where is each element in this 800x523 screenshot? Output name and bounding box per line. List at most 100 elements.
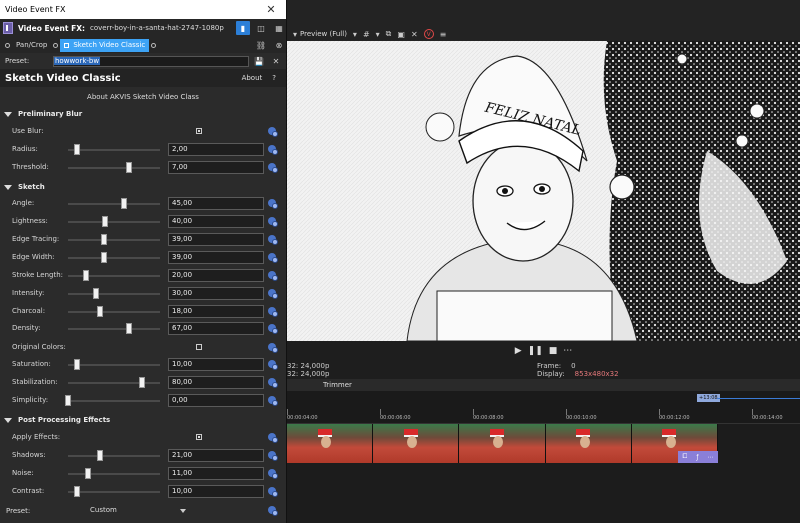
keyframe-icon[interactable] — [268, 217, 278, 227]
lightness-slider[interactable] — [68, 216, 160, 227]
slider-thumb[interactable] — [97, 306, 104, 317]
preview-quality-dropdown[interactable]: Preview (Full) — [300, 30, 347, 38]
keyframe-icon[interactable] — [268, 360, 278, 370]
chevron-down-icon[interactable]: ▾ — [353, 30, 357, 39]
threshold-slider[interactable] — [68, 162, 160, 173]
view-grid-icon[interactable]: ▦ — [272, 21, 286, 35]
pause-icon[interactable]: ❚❚ — [528, 346, 543, 356]
edge-width-slider[interactable] — [68, 252, 160, 263]
section-post-processing[interactable]: Post Processing Effects — [4, 414, 110, 426]
preset-input[interactable]: howwork-bw — [53, 55, 249, 67]
original-colors-checkbox[interactable] — [196, 344, 202, 350]
chain-item-sketch-video-classic[interactable]: Sketch Video Classic — [60, 38, 150, 52]
slider-thumb[interactable] — [101, 216, 108, 227]
keyframe-icon[interactable] — [268, 378, 278, 388]
menu-icon[interactable]: ≡ — [440, 30, 447, 39]
keyframe-icon[interactable] — [268, 324, 278, 334]
keyframe-icon[interactable] — [268, 451, 278, 461]
more-icon[interactable]: ⋯ — [563, 346, 572, 356]
save-snapshot-icon[interactable]: ▣ — [397, 30, 405, 39]
simplicity-slider[interactable] — [65, 395, 160, 406]
keyframe-icon[interactable] — [268, 433, 278, 443]
video-clip-thumbnail[interactable] — [373, 424, 460, 463]
slider-thumb[interactable] — [125, 162, 132, 173]
intensity-slider[interactable] — [68, 288, 160, 299]
slider-thumb[interactable] — [74, 144, 81, 155]
loop-region[interactable] — [717, 398, 800, 399]
slider-thumb[interactable] — [74, 486, 81, 497]
about-button[interactable]: About — [242, 74, 263, 82]
video-clip-thumbnail[interactable] — [545, 424, 632, 463]
keyframe-icon[interactable] — [268, 469, 278, 479]
copy-snapshot-icon[interactable]: ⧉ — [386, 29, 392, 39]
slider-thumb[interactable] — [92, 288, 99, 299]
radius-slider[interactable] — [68, 144, 160, 155]
help-button[interactable]: ? — [272, 74, 276, 82]
preview-settings-icon[interactable]: ▾ — [293, 30, 297, 39]
overlays-icon[interactable]: # — [363, 30, 370, 39]
noise-input[interactable]: 11,00 — [168, 467, 264, 480]
close-icon[interactable]: ✕ — [256, 0, 286, 19]
video-clip-thumbnail[interactable] — [287, 424, 374, 463]
charcoal-slider[interactable] — [68, 306, 160, 317]
vegas-v-icon[interactable]: V — [423, 29, 434, 39]
keyframe-icon[interactable] — [268, 271, 278, 281]
keyframe-icon[interactable] — [268, 343, 278, 353]
stop-icon[interactable]: ■ — [549, 346, 558, 356]
keyframe-icon[interactable] — [268, 307, 278, 317]
video-clip-thumbnail[interactable] — [459, 424, 546, 463]
radius-input[interactable]: 2,00 — [168, 143, 264, 156]
saturation-slider[interactable] — [68, 359, 160, 370]
keyframe-icon[interactable] — [268, 145, 278, 155]
noise-slider[interactable] — [68, 468, 160, 479]
slider-thumb[interactable] — [100, 252, 107, 263]
stroke-length-slider[interactable] — [68, 270, 160, 281]
intensity-input[interactable]: 30,00 — [168, 287, 264, 300]
edge-width-input[interactable]: 39,00 — [168, 251, 264, 264]
stabilization-input[interactable]: 80,00 — [168, 376, 264, 389]
more-icon[interactable]: ⋯ — [707, 454, 713, 461]
collapse-triangle-icon[interactable] — [4, 184, 12, 190]
saturation-input[interactable]: 10,00 — [168, 358, 264, 371]
angle-input[interactable]: 45,00 — [168, 197, 264, 210]
density-input[interactable]: 67,00 — [168, 322, 264, 335]
plugin-chain-icon[interactable]: ⛓ — [254, 38, 268, 52]
shadows-slider[interactable] — [68, 450, 160, 461]
collapse-triangle-icon[interactable] — [4, 417, 12, 423]
keyframe-icon[interactable] — [268, 199, 278, 209]
slider-thumb[interactable] — [138, 377, 145, 388]
threshold-input[interactable]: 7,00 — [168, 161, 264, 174]
slider-thumb[interactable] — [97, 450, 104, 461]
remove-plugin-icon[interactable]: ⊗ — [272, 38, 286, 52]
keyframe-icon[interactable] — [268, 127, 278, 137]
slider-thumb[interactable] — [83, 270, 90, 281]
stabilization-slider[interactable] — [68, 377, 160, 388]
section-sketch[interactable]: Sketch — [4, 181, 45, 193]
slider-thumb[interactable] — [121, 198, 128, 209]
tab-trimmer[interactable]: Trimmer — [323, 381, 352, 389]
section-preliminary-blur[interactable]: Preliminary Blur — [4, 108, 82, 120]
bypass-checkbox-icon[interactable] — [64, 42, 70, 48]
pan-crop-icon[interactable]: ⧠ — [683, 453, 688, 461]
slider-thumb[interactable] — [125, 323, 132, 334]
edge-tracing-input[interactable]: 39,00 — [168, 233, 264, 246]
slider-thumb[interactable] — [100, 234, 107, 245]
keyframe-icon[interactable] — [268, 506, 278, 516]
stroke-length-input[interactable]: 20,00 — [168, 269, 264, 282]
angle-slider[interactable] — [68, 198, 160, 209]
charcoal-input[interactable]: 18,00 — [168, 305, 264, 318]
slider-thumb[interactable] — [85, 468, 92, 479]
keyframe-icon[interactable] — [268, 487, 278, 497]
keyframe-icon[interactable] — [268, 163, 278, 173]
fx-icon[interactable]: ƒ — [696, 454, 698, 461]
slider-thumb[interactable] — [74, 359, 81, 370]
timeline-ruler[interactable]: 00:00:04:00 00:00:06:00 00:00:08:00 00:0… — [287, 404, 800, 424]
lightness-input[interactable]: 40,00 — [168, 215, 264, 228]
play-icon[interactable]: ▶ — [515, 346, 522, 356]
collapse-triangle-icon[interactable] — [4, 111, 12, 117]
chain-item-pan-crop[interactable]: Pan/Crop — [12, 39, 51, 52]
contrast-slider[interactable] — [68, 486, 160, 497]
delete-preset-icon[interactable]: ✕ — [269, 55, 283, 67]
about-plugin-button[interactable]: About AKVIS Sketch Video Class — [87, 93, 199, 101]
edge-tracing-slider[interactable] — [68, 234, 160, 245]
